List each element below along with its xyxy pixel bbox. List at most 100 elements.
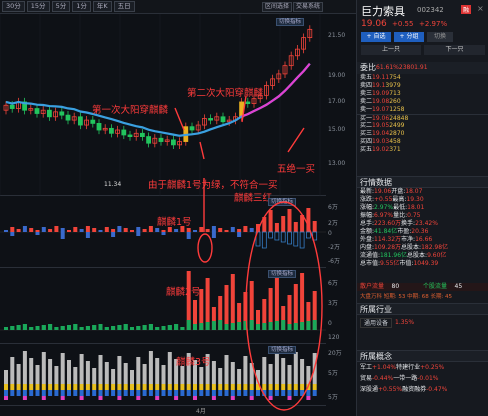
quote-value: 181.96亿: [380, 252, 408, 259]
indicator-bar: [249, 228, 254, 232]
indicator-bar: [161, 365, 166, 384]
indicator-bar: [230, 384, 235, 390]
annotation-second: 第二次大阳穿麒麟: [187, 88, 264, 99]
qilin1-pane[interactable]: 切换指标 麒麟1号: [0, 196, 326, 268]
indicator-bar: [161, 390, 166, 396]
candle-body: [121, 129, 127, 136]
period-tab[interactable]: 五日: [113, 1, 135, 12]
indicator-bar: [73, 227, 78, 232]
period-tab[interactable]: 30分: [2, 1, 25, 12]
quote-label: 市值:: [399, 260, 414, 267]
switch-indicator-button[interactable]: 切换指标: [276, 18, 305, 26]
indicator-bar: [237, 232, 242, 237]
indicator-bar: [249, 363, 254, 384]
indicator-bar: [54, 327, 59, 330]
depth-bar: 散户流量 80 个股流量 45 大盘万科 短期: 53 中期: 68 长期: 4…: [357, 283, 488, 301]
indicator-bar: [10, 227, 15, 232]
period-tab[interactable]: 5分: [51, 1, 71, 12]
indicator-bar: [142, 229, 147, 232]
indicator-bar: [174, 396, 179, 400]
switch-button[interactable]: 切换: [427, 32, 453, 42]
indicator-bar: [243, 356, 248, 384]
qilin2-chart: [0, 271, 326, 331]
axis-tick: 0: [328, 230, 332, 237]
quote-value: 114.32万: [374, 236, 402, 243]
add-watchlist-button[interactable]: + 自选: [361, 32, 391, 42]
indicator-bar: [199, 323, 204, 330]
indicator-bar: [300, 322, 305, 330]
indicator-bar: [256, 370, 260, 384]
annotation-k2: 麒麟2号: [166, 287, 201, 298]
indicator-bar: [98, 230, 103, 232]
switch-indicator-button[interactable]: 切换指标: [268, 346, 297, 354]
qilin3-pane[interactable]: 切换指标 麒麟3号: [0, 344, 326, 406]
kline-pane[interactable]: 切换指标 第一次大阳穿麒麟 第二次大阳穿麒麟 五绝一买 由于麒麟1号为绿，不符合…: [0, 14, 326, 204]
industry-item[interactable]: 通用设备: [360, 318, 393, 328]
candle-body: [208, 118, 214, 121]
indicator-bar: [142, 390, 147, 396]
indicator-bar: [41, 227, 46, 232]
order-price: 19.06: [372, 115, 390, 122]
switch-indicator-button[interactable]: 切换指标: [268, 198, 297, 206]
indicator-bar: [35, 384, 40, 390]
indicator-bar: [111, 232, 116, 237]
period-tab[interactable]: 年K: [92, 1, 112, 12]
next-stock-button[interactable]: 下一只: [424, 45, 485, 55]
indicator-bar: [274, 384, 279, 390]
order-row: 卖四 19.1 3979: [357, 82, 488, 90]
indicator-bar: [54, 226, 59, 232]
order-price: 19.03: [372, 138, 390, 145]
toolbar-button[interactable]: 区间选择: [262, 2, 293, 12]
indicator-bar: [130, 384, 134, 390]
quote-title: 行情数据: [357, 176, 488, 188]
prev-stock-button[interactable]: 上一只: [361, 45, 421, 55]
close-icon[interactable]: ×: [477, 4, 484, 13]
period-tab[interactable]: 1分: [72, 1, 91, 12]
indicator-bar: [29, 228, 34, 232]
order-level: 买二: [360, 122, 373, 129]
indicator-bar: [67, 390, 71, 396]
qilin2-pane[interactable]: 切换指标 麒麟2号: [0, 268, 326, 344]
order-level: 买一: [360, 115, 373, 122]
quote-value: 9.55亿: [380, 260, 400, 267]
indicator-bar: [293, 222, 298, 232]
axis-tick: 3万: [328, 300, 338, 307]
toolbar-button[interactable]: 交易系统: [293, 2, 324, 12]
axis-tick: 5万: [328, 370, 338, 377]
indicator-bar: [35, 230, 40, 232]
indicator-bar: [60, 390, 65, 396]
margin-badge: 融: [461, 5, 472, 14]
indicator-bar: [237, 322, 242, 330]
indicator-bar: [186, 384, 191, 390]
indicator-bar: [268, 384, 273, 390]
concept-name: 军工: [360, 364, 373, 371]
indicator-bar: [293, 384, 298, 390]
switch-indicator-button[interactable]: 切换指标: [268, 270, 297, 278]
indicator-bar: [48, 229, 53, 232]
candle-body: [245, 101, 251, 104]
indicator-bar: [293, 352, 298, 384]
axis3: 20万 5万 5万: [326, 344, 356, 406]
candle-body: [158, 137, 164, 142]
indicator-bar: [4, 390, 8, 396]
indicator-bar: [268, 364, 273, 384]
indicator-bar: [174, 390, 179, 396]
indicator-bar: [218, 390, 223, 396]
indicator-bar: [155, 228, 160, 232]
indicator-bar: [123, 363, 128, 384]
indicator-bar: [161, 384, 166, 390]
indicator-bar: [211, 226, 216, 232]
quote-value: 9.60亿: [427, 252, 447, 259]
indicator-bar: [205, 322, 210, 330]
indicator-bar: [193, 324, 197, 330]
indicator-bar: [211, 384, 216, 390]
low-price-label: 11.34: [104, 181, 122, 188]
indicator-bar: [60, 384, 65, 390]
quote-label: 流通值:: [360, 252, 381, 259]
indicator-bar: [142, 325, 147, 330]
indicator-bar: [218, 320, 223, 330]
add-group-button[interactable]: + 分组: [394, 32, 424, 42]
indicator-bar: [218, 368, 223, 384]
order-level: 卖三: [360, 90, 373, 97]
period-tab[interactable]: 15分: [26, 1, 50, 12]
